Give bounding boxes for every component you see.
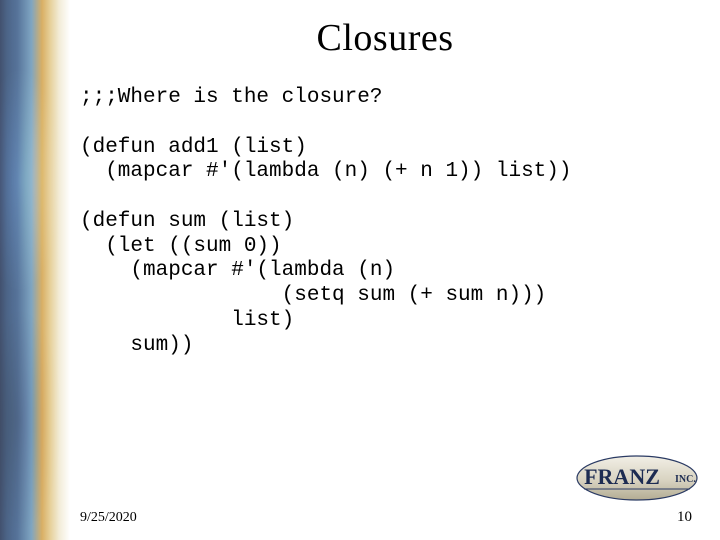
slide-title: Closures — [80, 16, 690, 60]
franz-inc-logo: FRANZ INC. — [572, 448, 702, 506]
footer-date: 9/25/2020 — [80, 510, 137, 526]
logo-suffix-text: INC. — [675, 474, 696, 485]
logo-main-text: FRANZ — [584, 464, 660, 489]
slide-body: Closures ;;;Where is the closure? (defun… — [0, 0, 720, 540]
footer-page-number: 10 — [677, 509, 692, 526]
code-block: ;;;Where is the closure? (defun add1 (li… — [80, 86, 690, 358]
